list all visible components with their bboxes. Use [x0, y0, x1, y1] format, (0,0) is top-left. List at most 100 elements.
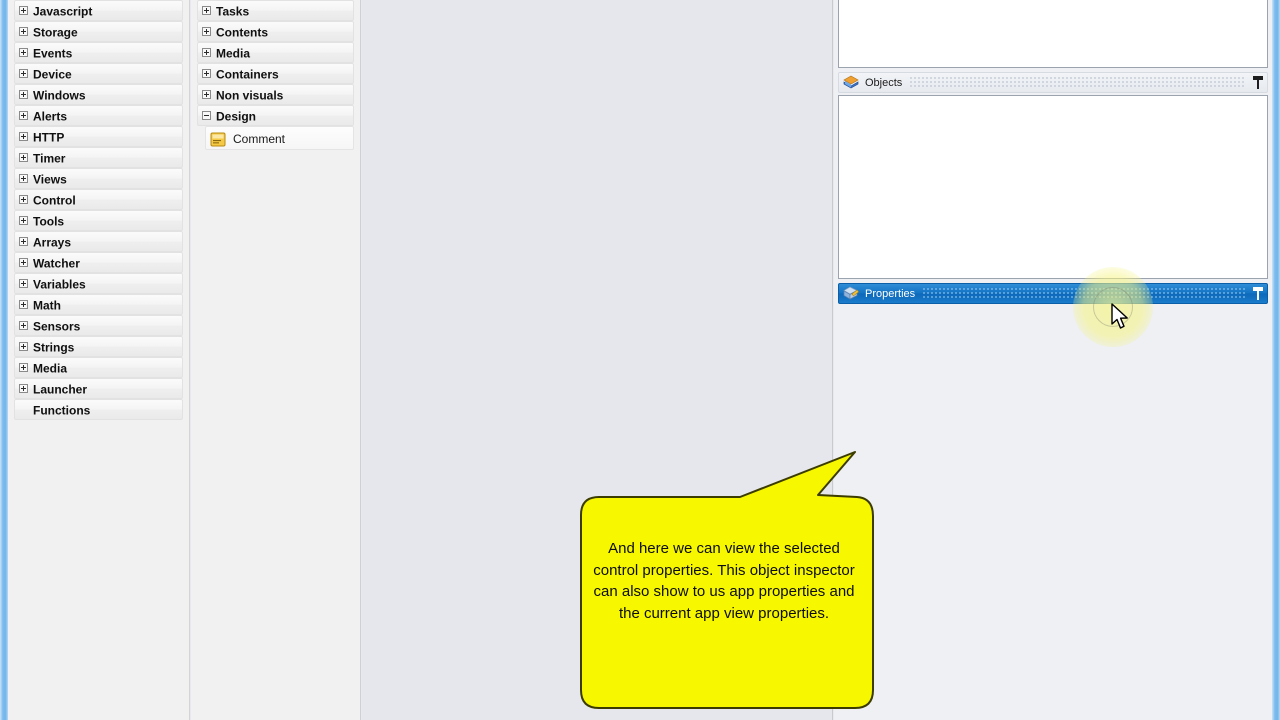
pin-icon[interactable] [1253, 76, 1263, 89]
tree-node-javascript[interactable]: Javascript [14, 0, 183, 21]
tree-node-label: Strings [33, 340, 75, 355]
expand-plus-icon[interactable] [202, 48, 211, 58]
tree-node-label: Non visuals [216, 88, 284, 103]
expand-plus-icon[interactable] [19, 174, 28, 184]
tree-child-label: Comment [233, 132, 286, 146]
tree-node-watcher[interactable]: Watcher [14, 252, 183, 273]
tree-node-label: Contents [216, 25, 268, 40]
tree-node-label: Variables [33, 277, 86, 292]
expand-plus-icon[interactable] [19, 48, 28, 58]
tree-node-label: Storage [33, 25, 78, 40]
controls-palette-panel: Tasks Contents Media Containers Non visuals D… [191, 0, 361, 720]
tree-node-storage[interactable]: Storage [14, 21, 183, 42]
tree-node-label: HTTP [33, 130, 65, 145]
tree-node-device[interactable]: Device [14, 63, 183, 84]
tree-node-label: Math [33, 298, 61, 313]
expand-plus-icon[interactable] [202, 90, 211, 100]
tree-node-windows[interactable]: Windows [14, 84, 183, 105]
expand-plus-icon[interactable] [202, 69, 211, 79]
tree-node-label: Tools [33, 214, 65, 229]
component-palette-tree: Javascript Storage Events Device Windows Aler… [8, 0, 189, 420]
expand-plus-icon[interactable] [19, 321, 28, 331]
tree-node-media[interactable]: Media [14, 357, 183, 378]
callout-text: And here we can view the selected contro… [593, 540, 855, 622]
expand-plus-icon[interactable] [202, 6, 211, 16]
objects-panel-grip[interactable] [910, 77, 1245, 88]
collapse-minus-icon[interactable] [202, 111, 211, 121]
component-palette-panel: Javascript Storage Events Device Windows Aler… [8, 0, 190, 720]
expand-plus-icon[interactable] [19, 6, 28, 16]
tree-node-math[interactable]: Math [14, 294, 183, 315]
tree-node-label: Arrays [33, 235, 72, 250]
tree-node-label: Design [216, 109, 257, 124]
tree-node-tools[interactable]: Tools [14, 210, 183, 231]
expand-plus-icon[interactable] [19, 258, 28, 268]
properties-panel-grip[interactable] [923, 288, 1245, 299]
tree-node-alerts[interactable]: Alerts [14, 105, 183, 126]
tree-node-views[interactable]: Views [14, 168, 183, 189]
objects-panel-header[interactable]: Objects [838, 72, 1268, 93]
objects-panel-body[interactable] [838, 95, 1268, 279]
expand-plus-icon[interactable] [19, 153, 28, 163]
tree-node-functions[interactable]: Functions [14, 399, 183, 420]
expand-plus-icon[interactable] [19, 279, 28, 289]
expand-plus-icon[interactable] [202, 27, 211, 37]
expand-plus-icon[interactable] [19, 237, 28, 247]
expand-plus-icon[interactable] [19, 111, 28, 121]
right-dock: Objects Properties [834, 0, 1272, 720]
expand-plus-icon[interactable] [19, 132, 28, 142]
tree-node-containers[interactable]: Containers [197, 63, 354, 84]
tree-view-body[interactable] [838, 0, 1268, 68]
tree-node-label: Sensors [33, 319, 81, 334]
expand-plus-icon[interactable] [19, 195, 28, 205]
tree-node-timer[interactable]: Timer [14, 147, 183, 168]
tree-node-label: Functions [33, 403, 91, 418]
expand-plus-icon[interactable] [19, 342, 28, 352]
tree-node-label: Alerts [33, 109, 68, 124]
tree-node-events[interactable]: Events [14, 42, 183, 63]
tree-node-contents[interactable]: Contents [197, 21, 354, 42]
tree-node-label: Windows [33, 88, 86, 103]
pin-icon[interactable] [1253, 287, 1263, 300]
expand-plus-icon[interactable] [19, 216, 28, 226]
tree-node-label: Views [33, 172, 67, 187]
tree-node-arrays[interactable]: Arrays [14, 231, 183, 252]
tree-node-sensors[interactable]: Sensors [14, 315, 183, 336]
expand-plus-icon[interactable] [19, 27, 28, 37]
properties-panel-title: Properties [865, 287, 916, 300]
app-window: Javascript Storage Events Device Windows Aler… [0, 0, 1280, 720]
tree-node-label: Timer [33, 151, 66, 166]
properties-panel-header[interactable]: Properties [838, 283, 1268, 304]
tree-node-label: Media [33, 361, 68, 376]
properties-cube-icon [843, 286, 860, 301]
expand-plus-icon[interactable] [19, 363, 28, 373]
tree-node-control[interactable]: Control [14, 189, 183, 210]
tree-node-media[interactable]: Media [197, 42, 354, 63]
tree-node-strings[interactable]: Strings [14, 336, 183, 357]
window-edge-left [0, 0, 8, 720]
tree-expander-none [19, 405, 28, 414]
tree-node-label: Media [216, 46, 251, 61]
comment-note-icon [210, 131, 226, 146]
tree-node-non-visuals[interactable]: Non visuals [197, 84, 354, 105]
tree-node-http[interactable]: HTTP [14, 126, 183, 147]
tree-node-label: Launcher [33, 382, 88, 397]
tree-node-tasks[interactable]: Tasks [197, 0, 354, 21]
tree-node-label: Containers [216, 67, 279, 82]
expand-plus-icon[interactable] [19, 90, 28, 100]
expand-plus-icon[interactable] [19, 69, 28, 79]
tree-node-label: Watcher [33, 256, 80, 271]
objects-panel-title: Objects [865, 76, 903, 89]
controls-palette-tree: Tasks Contents Media Containers Non visuals D… [191, 0, 360, 150]
tree-node-label: Events [33, 46, 73, 61]
expand-plus-icon[interactable] [19, 300, 28, 310]
tree-node-design[interactable]: Design [197, 105, 354, 126]
objects-layers-icon [843, 75, 859, 90]
tree-node-launcher[interactable]: Launcher [14, 378, 183, 399]
expand-plus-icon[interactable] [19, 384, 28, 394]
tree-node-label: Javascript [33, 4, 93, 19]
tree-child-comment[interactable]: Comment [205, 126, 354, 150]
tree-node-variables[interactable]: Variables [14, 273, 183, 294]
tree-node-label: Tasks [216, 4, 250, 19]
tree-node-label: Control [33, 193, 76, 208]
